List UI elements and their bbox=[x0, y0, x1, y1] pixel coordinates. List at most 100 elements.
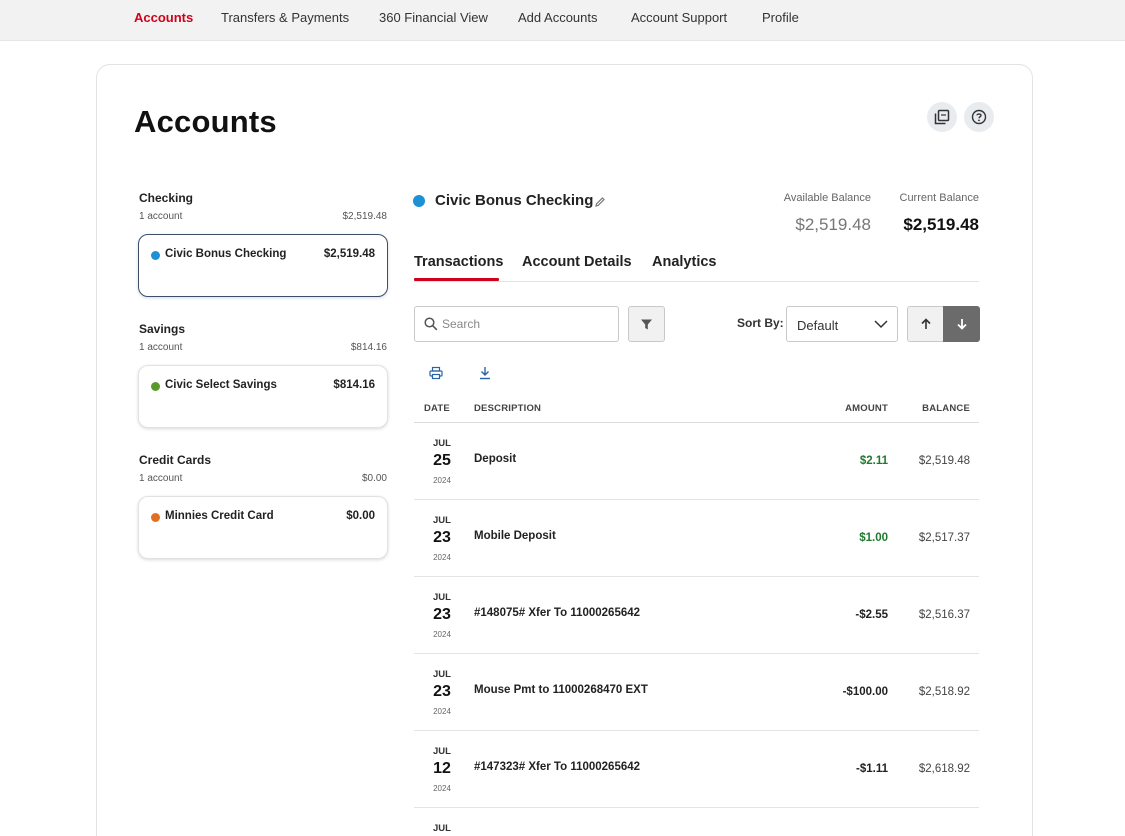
row-month: JUL bbox=[433, 669, 451, 680]
current-balance-value: $2,519.48 bbox=[903, 215, 979, 234]
row-month: JUL bbox=[433, 746, 451, 757]
available-balance-label: Available Balance bbox=[783, 192, 871, 204]
filter-button[interactable] bbox=[628, 306, 665, 342]
row-amount: -$100.00 bbox=[842, 686, 888, 698]
column-header-date: DATE bbox=[424, 403, 450, 414]
tab-transactions[interactable]: Transactions bbox=[414, 254, 503, 270]
tab-analytics[interactable]: Analytics bbox=[652, 254, 716, 270]
arrow-up-icon bbox=[920, 318, 931, 329]
multi-window-icon bbox=[934, 109, 950, 125]
column-header-description: DESCRIPTION bbox=[474, 403, 542, 414]
row-month: JUL bbox=[433, 515, 451, 526]
account-card-balance: $814.16 bbox=[333, 379, 375, 391]
account-card-minnies-credit-card[interactable]: Minnies Credit Card $0.00 bbox=[138, 496, 388, 559]
row-description: #147323# Xfer To 11000265642 bbox=[474, 761, 641, 773]
tabs-divider bbox=[414, 281, 979, 282]
nav-360-financial-view[interactable]: 360 Financial View bbox=[379, 10, 488, 25]
column-header-amount: AMOUNT bbox=[845, 403, 888, 414]
filter-icon bbox=[641, 319, 652, 329]
table-row[interactable]: JUL 12 2024 #147323# Xfer To 11000265642… bbox=[414, 731, 979, 808]
search-box bbox=[414, 306, 619, 342]
row-balance: $2,518.92 bbox=[918, 686, 970, 698]
account-card-civic-select-savings[interactable]: Civic Select Savings $814.16 bbox=[138, 365, 388, 428]
group-total-credit-cards: $0.00 bbox=[361, 473, 387, 484]
search-icon bbox=[424, 317, 438, 331]
row-description: Mobile Deposit bbox=[474, 530, 556, 542]
account-card-name: Minnies Credit Card bbox=[165, 510, 274, 522]
group-title-savings: Savings bbox=[139, 322, 186, 336]
current-balance-label: Current Balance bbox=[899, 192, 980, 204]
arrow-down-icon bbox=[956, 319, 967, 330]
nav-add-accounts[interactable]: Add Accounts bbox=[518, 10, 598, 25]
row-year: 2024 bbox=[433, 707, 451, 716]
nav-account-support[interactable]: Account Support bbox=[631, 10, 727, 25]
group-title-credit-cards: Credit Cards bbox=[139, 453, 212, 467]
row-year: 2024 bbox=[433, 553, 451, 562]
row-day: 23 bbox=[433, 606, 451, 623]
row-month: JUL bbox=[433, 592, 451, 603]
group-count-savings: 1 account bbox=[139, 342, 183, 353]
row-amount: $2.11 bbox=[859, 455, 888, 467]
nav-transfers-payments[interactable]: Transfers & Payments bbox=[221, 10, 349, 25]
row-year: 2024 bbox=[433, 476, 451, 485]
nav-profile[interactable]: Profile bbox=[762, 10, 799, 25]
sort-ascending-button[interactable] bbox=[907, 306, 944, 342]
account-color-dot bbox=[151, 251, 160, 260]
search-input[interactable] bbox=[442, 307, 612, 341]
row-description: Mouse Pmt to 11000268470 EXT bbox=[474, 684, 648, 696]
table-row[interactable]: JUL 25 2024 Deposit $2.11 $2,519.48 bbox=[414, 423, 979, 500]
page-title: Accounts bbox=[134, 104, 277, 139]
account-color-dot bbox=[151, 513, 160, 522]
row-amount: -$1.11 bbox=[856, 763, 888, 775]
row-balance: $2,516.37 bbox=[918, 609, 970, 621]
pencil-icon bbox=[595, 197, 605, 207]
account-color-dot bbox=[413, 195, 425, 207]
table-row[interactable]: JUL 23 2024 #148075# Xfer To 11000265642… bbox=[414, 577, 979, 654]
group-count-checking: 1 account bbox=[139, 211, 183, 222]
group-total-checking: $2,519.48 bbox=[342, 211, 388, 222]
sort-descending-button[interactable] bbox=[943, 306, 980, 342]
print-icon bbox=[429, 366, 443, 380]
top-nav: Accounts Transfers & Payments 360 Financ… bbox=[0, 0, 1125, 41]
row-amount: -$2.55 bbox=[855, 609, 888, 621]
tab-account-details[interactable]: Account Details bbox=[522, 254, 632, 270]
row-balance: $2,517.37 bbox=[918, 532, 970, 544]
row-year: 2024 bbox=[433, 630, 451, 639]
chevron-down-icon bbox=[874, 320, 888, 329]
multi-window-button[interactable] bbox=[927, 102, 957, 132]
nav-accounts[interactable]: Accounts bbox=[134, 10, 193, 25]
sort-by-label: Sort By: bbox=[737, 316, 784, 330]
row-day: 12 bbox=[433, 760, 451, 777]
download-icon bbox=[480, 367, 490, 380]
account-color-dot bbox=[151, 382, 160, 391]
help-icon bbox=[971, 109, 987, 125]
row-amount: $1.00 bbox=[859, 532, 888, 544]
row-balance: $2,618.92 bbox=[918, 763, 970, 775]
table-row[interactable]: JUL 23 2024 Mouse Pmt to 11000268470 EXT… bbox=[414, 654, 979, 731]
group-total-savings: $814.16 bbox=[350, 342, 387, 353]
sort-by-value: Default bbox=[797, 318, 839, 333]
help-button[interactable] bbox=[964, 102, 994, 132]
row-description: #148075# Xfer To 11000265642 bbox=[474, 607, 641, 619]
sort-by-select[interactable]: Default bbox=[786, 306, 898, 342]
row-day: 23 bbox=[433, 529, 451, 546]
row-day: 25 bbox=[433, 452, 451, 469]
row-month: JUL bbox=[433, 438, 451, 449]
table-row[interactable]: JUL 23 2024 Mobile Deposit $1.00 $2,517.… bbox=[414, 500, 979, 577]
account-card-balance: $2,519.48 bbox=[323, 248, 375, 260]
account-card-name: Civic Bonus Checking bbox=[165, 248, 287, 260]
group-title-checking: Checking bbox=[139, 191, 194, 205]
account-card-name: Civic Select Savings bbox=[165, 379, 277, 391]
column-header-balance: BALANCE bbox=[922, 403, 970, 414]
edit-account-name-button[interactable] bbox=[594, 195, 606, 213]
account-card-balance: $0.00 bbox=[346, 510, 375, 522]
available-balance-value: $2,519.48 bbox=[795, 215, 871, 234]
account-card-civic-bonus-checking[interactable]: Civic Bonus Checking $2,519.48 bbox=[138, 234, 388, 297]
row-day: 23 bbox=[433, 683, 451, 700]
row-balance: $2,519.48 bbox=[918, 455, 970, 467]
active-tab-indicator bbox=[414, 278, 499, 281]
download-button[interactable] bbox=[478, 366, 492, 385]
print-button[interactable] bbox=[429, 366, 443, 385]
row-month: JUL bbox=[433, 823, 451, 834]
group-count-credit-cards: 1 account bbox=[139, 473, 183, 484]
